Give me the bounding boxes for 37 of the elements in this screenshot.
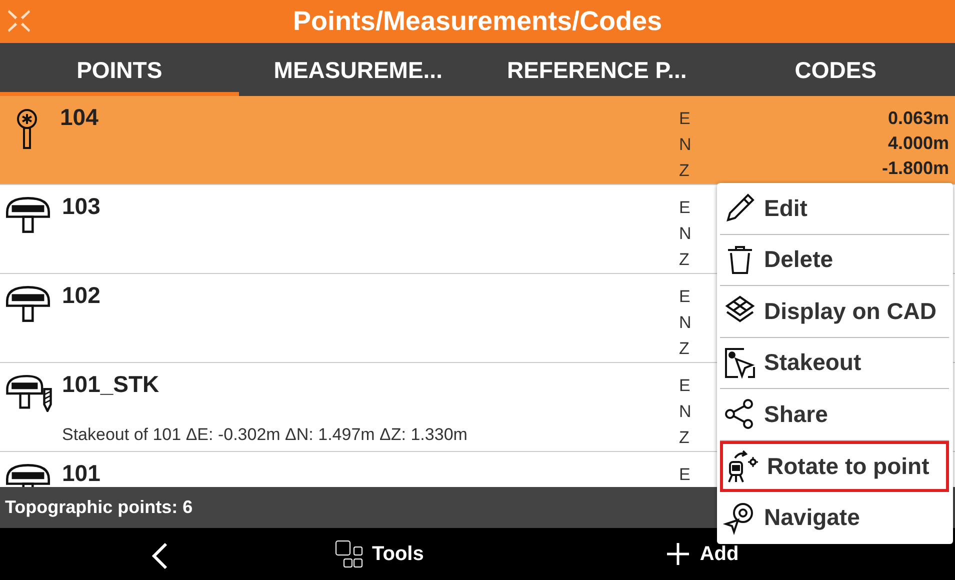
- axis-label: N: [679, 312, 692, 334]
- logo-icon: [6, 8, 32, 34]
- tools-button[interactable]: Tools: [330, 534, 428, 574]
- menu-item[interactable]: Rotate to point: [720, 440, 949, 492]
- point-note: Stakeout of 101 ΔE: -0.302m ΔN: 1.497m ΔZ: 1.330m: [62, 425, 468, 445]
- status-text: Topographic points: 6: [5, 497, 193, 518]
- coordinate-value: 0.063m: [888, 107, 949, 130]
- axis-label: N: [679, 223, 692, 245]
- tab[interactable]: REFERENCE P...: [478, 43, 716, 96]
- tab[interactable]: MEASUREME...: [238, 43, 478, 96]
- axis-label: E: [679, 286, 692, 308]
- tab[interactable]: CODES: [716, 43, 955, 96]
- coordinate-value: 4.000m: [888, 132, 949, 155]
- axis-label: N: [679, 134, 692, 156]
- axis-label: E: [679, 375, 692, 397]
- axis-label: N: [679, 401, 692, 423]
- survey-pole-icon: [17, 108, 37, 150]
- axis-label: E: [679, 108, 692, 130]
- gnss-receiver-icon: [6, 375, 52, 412]
- point-row[interactable]: 104 E N Z 0.063m 4.000m -1.800m: [0, 96, 955, 185]
- gnss-receiver-icon: [6, 197, 50, 233]
- axis-label: E: [679, 464, 692, 486]
- axis-label: Z: [679, 338, 690, 360]
- gnss-receiver-icon: [6, 286, 50, 322]
- window-title: Points/Measurements/Codes: [292, 6, 662, 37]
- axis-label: Z: [679, 427, 690, 449]
- menu-item[interactable]: Edit: [720, 183, 949, 234]
- point-name: 103: [62, 193, 102, 220]
- coordinate-value: -1.800m: [882, 157, 949, 180]
- point-name: 104: [60, 104, 100, 131]
- point-name: 102: [62, 282, 102, 309]
- axis-label: Z: [679, 160, 690, 182]
- point-name: 101_STK: [62, 371, 160, 398]
- total-station-icon: [725, 448, 761, 484]
- axis-label: Z: [679, 249, 690, 271]
- axis-label: E: [679, 197, 692, 219]
- point-name: 101: [62, 460, 102, 487]
